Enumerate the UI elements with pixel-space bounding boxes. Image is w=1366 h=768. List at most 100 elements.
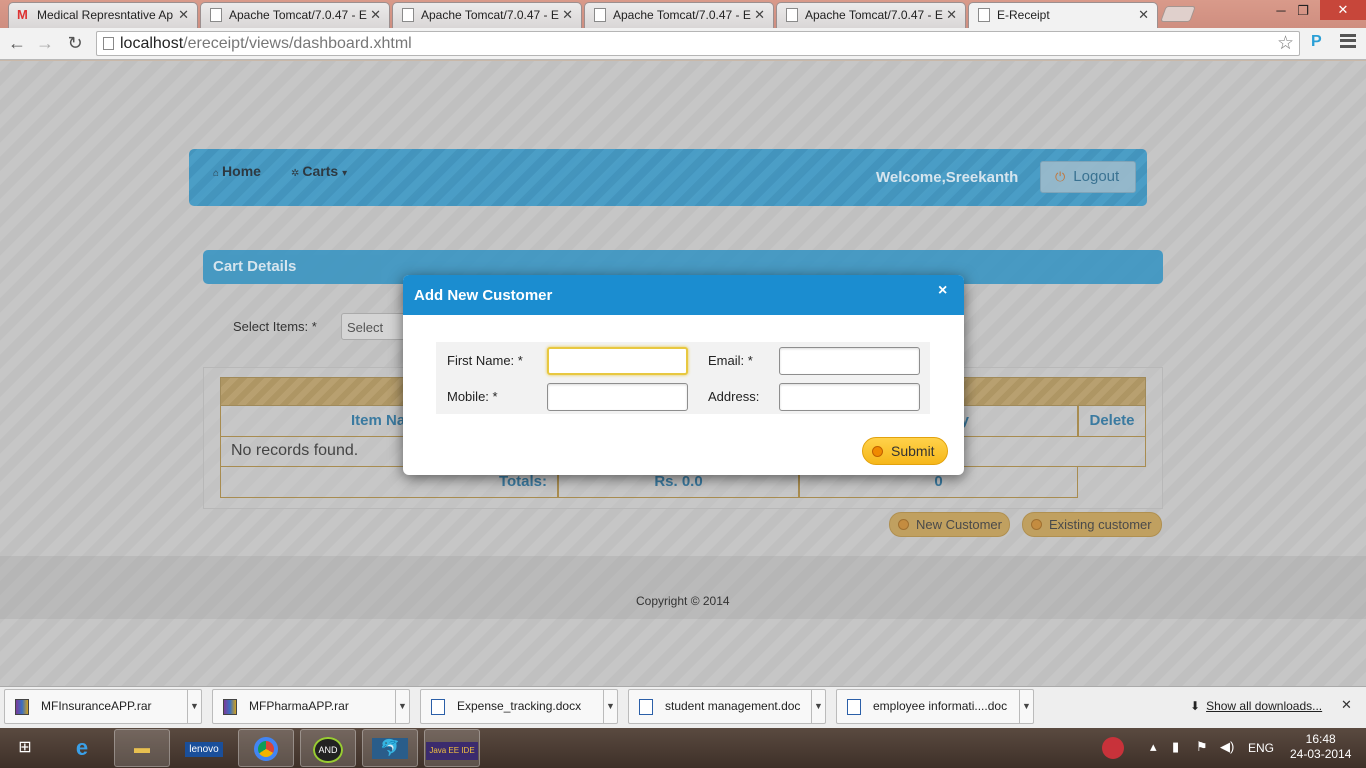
tab-title: Medical Represntative Ap	[37, 8, 174, 22]
plus-circle-icon	[1031, 519, 1042, 530]
tab-title: E-Receipt	[997, 8, 1050, 22]
volume-icon[interactable]: ◀)	[1220, 739, 1234, 755]
download-filename: MFPharmaAPP.rar	[249, 699, 349, 713]
logout-button[interactable]: ⏻ Logout	[1040, 161, 1136, 193]
page-icon	[210, 8, 222, 22]
language-indicator[interactable]: ENG	[1248, 741, 1274, 755]
mobile-label: Mobile: *	[447, 389, 498, 404]
word-doc-icon	[431, 699, 445, 715]
power-status-icon[interactable]: ▮	[1172, 739, 1179, 755]
submit-button[interactable]: Submit	[862, 437, 948, 465]
nav-home[interactable]: ⌂ Home	[213, 163, 261, 179]
existing-customer-button[interactable]: Existing customer	[1022, 512, 1162, 537]
first-name-field[interactable]	[547, 347, 688, 375]
back-icon[interactable]: ←	[6, 33, 28, 53]
address-field[interactable]	[779, 383, 920, 411]
mobile-field[interactable]	[547, 383, 688, 411]
close-tab-icon[interactable]: ✕	[370, 3, 381, 27]
download-arrow-icon: ⬇	[1190, 699, 1201, 713]
download-item[interactable]: Expense_tracking.docx ▼	[420, 689, 618, 724]
email-label: Email: *	[708, 353, 753, 368]
archive-icon	[223, 699, 237, 715]
browser-tab[interactable]: Apache Tomcat/7.0.47 - E ✕	[200, 2, 390, 28]
show-all-label: Show all downloads...	[1206, 699, 1323, 713]
chevron-down-icon[interactable]: ▼	[603, 690, 617, 723]
and-app-icon[interactable]: AND	[300, 729, 356, 767]
forward-icon[interactable]: →	[34, 33, 56, 53]
submit-label: Submit	[891, 443, 935, 459]
download-filename: MFInsuranceAPP.rar	[41, 699, 152, 713]
cart-details-title: Cart Details	[213, 258, 297, 275]
tab-title: Apache Tomcat/7.0.47 - E	[613, 8, 751, 22]
extension-p-icon[interactable]: P	[1311, 33, 1322, 51]
tab-title: Apache Tomcat/7.0.47 - E	[421, 8, 559, 22]
dialog-header: Add New Customer ×	[403, 275, 964, 315]
bookmark-star-icon[interactable]: ☆	[1277, 32, 1294, 56]
column-header-delete[interactable]: Delete	[1078, 406, 1146, 437]
close-icon[interactable]: ×	[938, 282, 947, 300]
browser-tab[interactable]: Apache Tomcat/7.0.47 - E ✕	[776, 2, 966, 28]
download-item[interactable]: student management.doc ▼	[628, 689, 826, 724]
notification-app-icon[interactable]	[1088, 729, 1138, 767]
reload-icon[interactable]: ↻	[64, 33, 86, 53]
browser-tab[interactable]: Apache Tomcat/7.0.47 - E ✕	[584, 2, 774, 28]
chevron-down-icon: ▾	[342, 168, 348, 179]
close-tab-icon[interactable]: ✕	[562, 3, 573, 27]
show-all-downloads-link[interactable]: ⬇ Show all downloads...	[1190, 699, 1322, 713]
browser-tab-active[interactable]: E-Receipt ✕	[968, 2, 1158, 29]
download-item[interactable]: MFPharmaAPP.rar ▼	[212, 689, 410, 724]
download-filename: Expense_tracking.docx	[457, 699, 582, 713]
windows-start-icon[interactable]: ⊞	[0, 729, 50, 767]
nav-carts-label: Carts	[302, 163, 339, 179]
mysql-workbench-icon[interactable]: 🐬	[362, 729, 418, 767]
logout-label: Logout	[1073, 168, 1120, 185]
window-close-icon[interactable]: ✕	[1320, 0, 1366, 20]
url-host: localhost	[120, 35, 184, 52]
add-customer-dialog: Add New Customer × First Name: * Email: …	[403, 275, 964, 475]
downloads-bar: MFInsuranceAPP.rar ▼ MFPharmaAPP.rar ▼ Exp…	[0, 686, 1366, 728]
chrome-icon[interactable]	[238, 729, 294, 767]
page-icon	[594, 8, 606, 22]
email-field[interactable]	[779, 347, 920, 375]
browser-tab[interactable]: M Medical Represntative Ap ✕	[8, 2, 198, 28]
internet-explorer-icon[interactable]: e	[54, 729, 110, 767]
close-downloads-icon[interactable]: ✕	[1341, 697, 1352, 713]
page-icon	[103, 37, 114, 50]
url-text[interactable]: localhost/ereceipt/views/dashboard.xhtml	[120, 35, 412, 53]
plus-circle-icon	[898, 519, 909, 530]
restore-icon[interactable]: ❐	[1292, 3, 1314, 19]
customer-form: First Name: * Email: * Mobile: * Address…	[436, 342, 930, 414]
chevron-down-icon[interactable]: ▼	[395, 690, 409, 723]
close-tab-icon[interactable]: ✕	[1138, 3, 1149, 27]
select-items-label: Select Items: *	[233, 319, 317, 334]
close-tab-icon[interactable]: ✕	[946, 3, 957, 27]
gear-icon: ✲	[291, 168, 300, 179]
action-center-icon[interactable]: ⚑	[1196, 739, 1208, 755]
browser-tab-bar: M Medical Represntative Ap ✕ Apache Tomc…	[0, 0, 1366, 29]
browser-tab[interactable]: Apache Tomcat/7.0.47 - E ✕	[392, 2, 582, 28]
word-doc-icon	[847, 699, 861, 715]
select-items-dropdown[interactable]: Select	[341, 313, 411, 340]
chevron-down-icon[interactable]: ▼	[187, 690, 201, 723]
address-bar[interactable]: localhost/ereceipt/views/dashboard.xhtml…	[96, 31, 1300, 56]
windows-taskbar: ⊞ e ▬ lenovo AND 🐬 Java EE IDE ▴ ▮ ⚑ ◀) …	[0, 728, 1366, 768]
show-hidden-icons[interactable]: ▴	[1150, 739, 1157, 755]
new-customer-button[interactable]: New Customer	[889, 512, 1010, 537]
chevron-down-icon[interactable]: ▼	[811, 690, 825, 723]
dialog-title: Add New Customer	[414, 287, 553, 304]
chevron-down-icon[interactable]: ▼	[1019, 690, 1033, 723]
close-tab-icon[interactable]: ✕	[178, 3, 189, 27]
nav-carts[interactable]: ✲ Carts ▾	[291, 163, 350, 179]
lenovo-icon[interactable]: lenovo	[176, 729, 232, 767]
new-tab-button[interactable]	[1160, 6, 1196, 22]
clock[interactable]: 16:48 24-03-2014	[1290, 732, 1351, 762]
download-item[interactable]: employee informati....doc ▼	[836, 689, 1034, 724]
java-ee-ide-icon[interactable]: Java EE IDE	[424, 729, 480, 767]
file-explorer-icon[interactable]: ▬	[114, 729, 170, 767]
page-icon	[786, 8, 798, 22]
browser-menu-icon[interactable]	[1340, 34, 1356, 48]
tab-title: Apache Tomcat/7.0.47 - E	[805, 8, 943, 22]
download-item[interactable]: MFInsuranceAPP.rar ▼	[4, 689, 202, 724]
minimize-icon[interactable]: ─	[1270, 3, 1292, 18]
close-tab-icon[interactable]: ✕	[754, 3, 765, 27]
